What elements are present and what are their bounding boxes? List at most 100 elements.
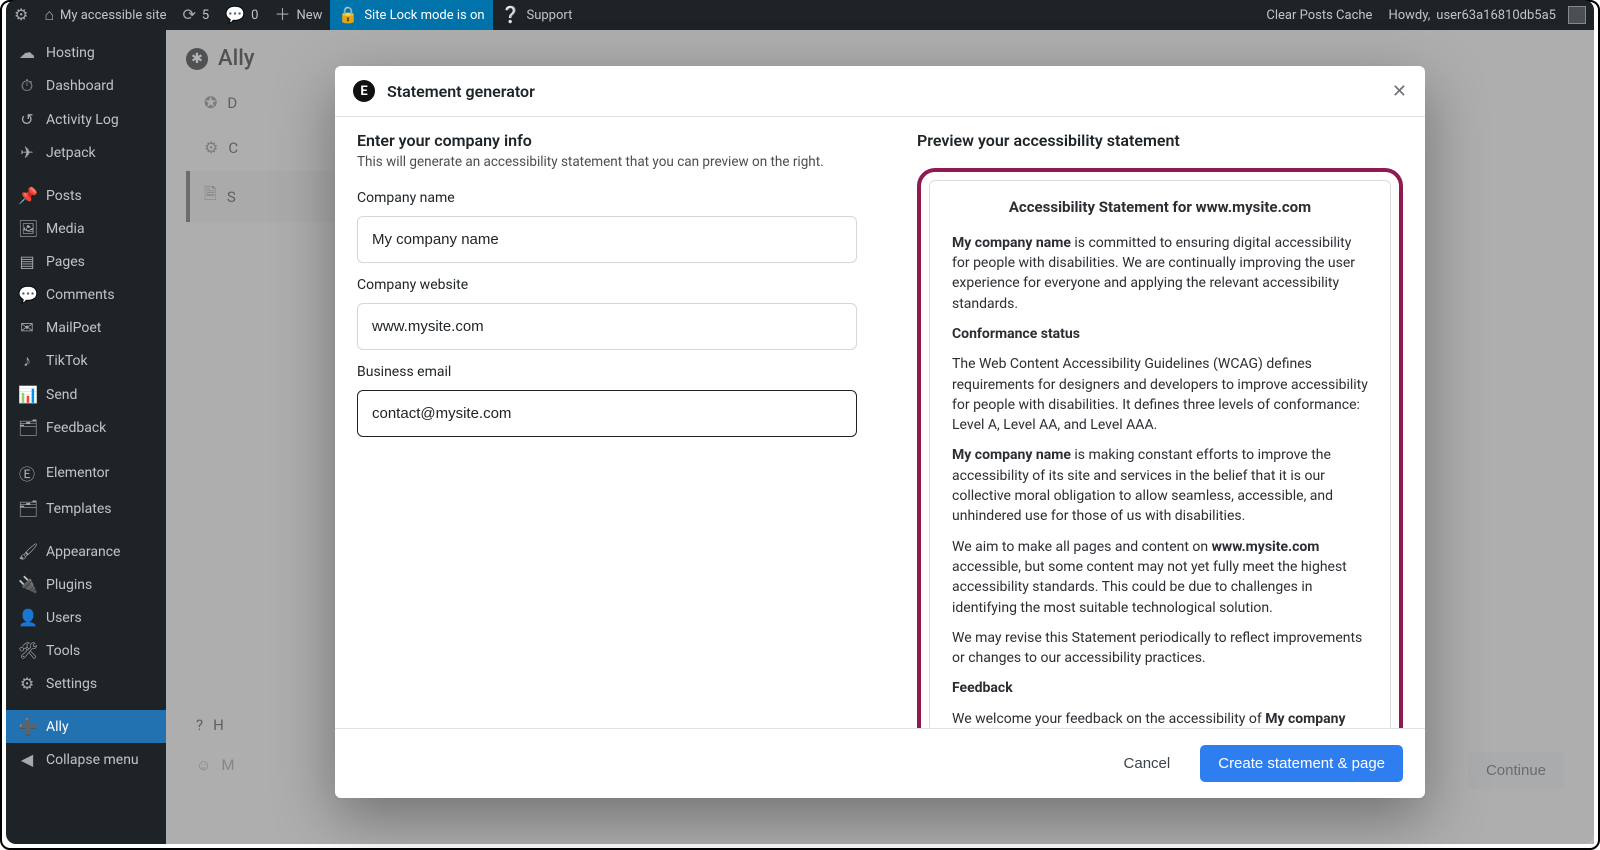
sidebar-item-send[interactable]: 📊 Send <box>6 378 166 411</box>
close-button[interactable]: ✕ <box>1392 81 1407 102</box>
sidebar-item-label: Elementor <box>46 465 109 481</box>
howdy-user[interactable]: Howdy, user63a16810db5a5 <box>1380 0 1594 30</box>
adminbar-item[interactable]: ⌂My accessible site <box>36 0 174 30</box>
sidebar-item-icon: 👤 <box>18 608 36 627</box>
sidebar-item-icon: ▤ <box>18 252 36 271</box>
adminbar-item[interactable]: ⟳5 <box>175 0 218 30</box>
adminbar-item[interactable]: 💬0 <box>217 0 266 30</box>
sidebar-item-label: Users <box>46 610 82 626</box>
preview-company-strong: My company name <box>952 235 1071 251</box>
sidebar-item-label: Jetpack <box>46 145 96 161</box>
adminbar-item-label: Site Lock mode is on <box>364 8 484 23</box>
cancel-button[interactable]: Cancel <box>1118 747 1177 780</box>
sidebar-item-label: Collapse menu <box>46 752 139 768</box>
clear-cache-label: Clear Posts Cache <box>1266 8 1372 23</box>
sidebar-item-media[interactable]: 🖼Media <box>6 212 166 245</box>
company-website-input[interactable] <box>357 303 857 350</box>
sidebar-item-hosting[interactable]: ☁ Hosting <box>6 36 166 69</box>
preview-aim-b: accessible, but some content may not yet… <box>952 559 1347 616</box>
sidebar-item-pages[interactable]: ▤ Pages <box>6 245 166 278</box>
sidebar-item-mailpoet[interactable]: ✉ MailPoet <box>6 311 166 344</box>
sidebar-item-icon: Ⓔ <box>18 461 36 485</box>
sidebar-item-label: Dashboard <box>46 78 114 94</box>
preview-title-site: www.mysite.com <box>1196 198 1312 216</box>
admin-bar-left: ⚙⌂My accessible site⟳5💬0＋New🔒Site Lock m… <box>6 0 580 30</box>
sidebar-item-elementor[interactable]: Ⓔ Elementor <box>6 454 166 492</box>
sidebar-item-settings[interactable]: ⚙Settings <box>6 667 166 700</box>
sidebar-item-label: TikTok <box>46 353 88 369</box>
sidebar-item-icon: 📊 <box>18 385 36 404</box>
sidebar-item-plugins[interactable]: 🔌Plugins <box>6 568 166 601</box>
sidebar-item-label: Feedback <box>46 420 106 436</box>
adminbar-item-label: 0 <box>251 8 258 23</box>
sidebar-item-ally[interactable]: ➕Ally <box>6 710 166 743</box>
preview-aim-paragraph: We aim to make all pages and content on … <box>952 537 1368 618</box>
sidebar-item-label: Pages <box>46 254 85 270</box>
adminbar-item-icon: ⚙ <box>14 7 28 23</box>
sidebar-item-tiktok[interactable]: ♪TikTok <box>6 344 166 378</box>
adminbar-item-icon: ⟳ <box>183 7 196 23</box>
sidebar-item-icon: ◀ <box>18 750 36 769</box>
statement-generator-modal: E Statement generator ✕ Enter your compa… <box>335 66 1425 798</box>
preview-feedback-heading-text: Feedback <box>952 680 1013 696</box>
sidebar-item-icon: 🖌 <box>18 542 36 561</box>
sidebar-item-collapse-menu[interactable]: ◀ Collapse menu <box>6 743 166 776</box>
sidebar-item-tools[interactable]: 🛠Tools <box>6 634 166 667</box>
sidebar-item-activity-log[interactable]: ↺Activity Log <box>6 103 166 136</box>
menu-separator <box>6 525 166 535</box>
modal-overlay: E Statement generator ✕ Enter your compa… <box>166 30 1594 844</box>
sidebar-item-posts[interactable]: 📌Posts <box>6 179 166 212</box>
preview-fb-a: We welcome your feedback on the accessib… <box>952 711 1265 727</box>
sidebar-item-appearance[interactable]: 🖌 Appearance <box>6 535 166 568</box>
adminbar-item[interactable]: 🔒Site Lock mode is on <box>330 0 492 30</box>
adminbar-item-icon: 💬 <box>225 7 245 23</box>
sidebar-item-icon: 🖼 <box>18 219 36 238</box>
sidebar-item-users[interactable]: 👤 Users <box>6 601 166 634</box>
admin-bar: ⚙⌂My accessible site⟳5💬0＋New🔒Site Lock m… <box>6 0 1594 30</box>
sidebar-item-label: Posts <box>46 188 82 204</box>
preview-conformance-paragraph: The Web Content Accessibility Guidelines… <box>952 354 1368 435</box>
sidebar-item-icon: ✉ <box>18 318 36 337</box>
adminbar-item[interactable]: ＋ New <box>266 0 330 30</box>
adminbar-item[interactable]: ⚙ <box>6 0 36 30</box>
adminbar-item-icon: ❔ <box>501 7 521 23</box>
sidebar-item-feedback[interactable]: 🗂Feedback <box>6 411 166 444</box>
adminbar-item-label: New <box>296 8 322 23</box>
howdy-prefix: Howdy, <box>1388 8 1430 23</box>
preview-revise-paragraph: We may revise this Statement periodicall… <box>952 628 1368 669</box>
adminbar-item-icon: ＋ <box>274 7 290 23</box>
admin-bar-right: Clear Posts Cache Howdy, user63a16810db5… <box>1258 0 1594 30</box>
sidebar-item-label: Comments <box>46 287 115 303</box>
sidebar-item-dashboard[interactable]: ⏱ Dashboard <box>6 69 166 103</box>
adminbar-item[interactable]: ❔Support <box>493 0 581 30</box>
sidebar-item-label: Appearance <box>46 544 120 560</box>
clear-cache-link[interactable]: Clear Posts Cache <box>1258 0 1380 30</box>
sidebar-item-label: Plugins <box>46 577 92 593</box>
sidebar-item-templates[interactable]: 🗂Templates <box>6 492 166 525</box>
preview-highlight-box: Accessibility Statement for www.mysite.c… <box>917 168 1403 728</box>
sidebar-item-comments[interactable]: 💬Comments <box>6 278 166 311</box>
preview-efforts-paragraph: My company name is making constant effor… <box>952 445 1368 526</box>
business-email-input[interactable] <box>357 390 857 437</box>
sidebar-item-icon: ⚙ <box>18 674 36 693</box>
business-email-label: Business email <box>357 364 857 380</box>
elementor-logo-icon: E <box>353 80 375 102</box>
sidebar-item-icon: ⏱ <box>18 76 36 96</box>
sidebar-item-label: MailPoet <box>46 320 101 336</box>
company-name-input[interactable] <box>357 216 857 263</box>
sidebar-item-label: Hosting <box>46 45 95 61</box>
preview-conformance-heading: Conformance status <box>952 324 1368 344</box>
form-subheading: This will generate an accessibility stat… <box>357 154 857 170</box>
modal-footer: Cancel Create statement & page <box>335 728 1425 798</box>
preview-feedback-heading: Feedback <box>952 678 1368 698</box>
preview-site-strong: www.mysite.com <box>1212 539 1320 555</box>
sidebar-item-icon: ☁ <box>18 43 36 62</box>
sidebar-item-label: Tools <box>46 643 80 659</box>
sidebar-item-jetpack[interactable]: ✈Jetpack <box>6 136 166 169</box>
create-statement-button[interactable]: Create statement & page <box>1200 745 1403 782</box>
preview-title: Accessibility Statement for www.mysite.c… <box>952 197 1368 219</box>
preview-conformance-heading-text: Conformance status <box>952 326 1080 342</box>
sidebar-item-label: Send <box>46 387 77 403</box>
preview-title-prefix: Accessibility Statement for <box>1009 198 1196 216</box>
company-name-label: Company name <box>357 190 857 206</box>
